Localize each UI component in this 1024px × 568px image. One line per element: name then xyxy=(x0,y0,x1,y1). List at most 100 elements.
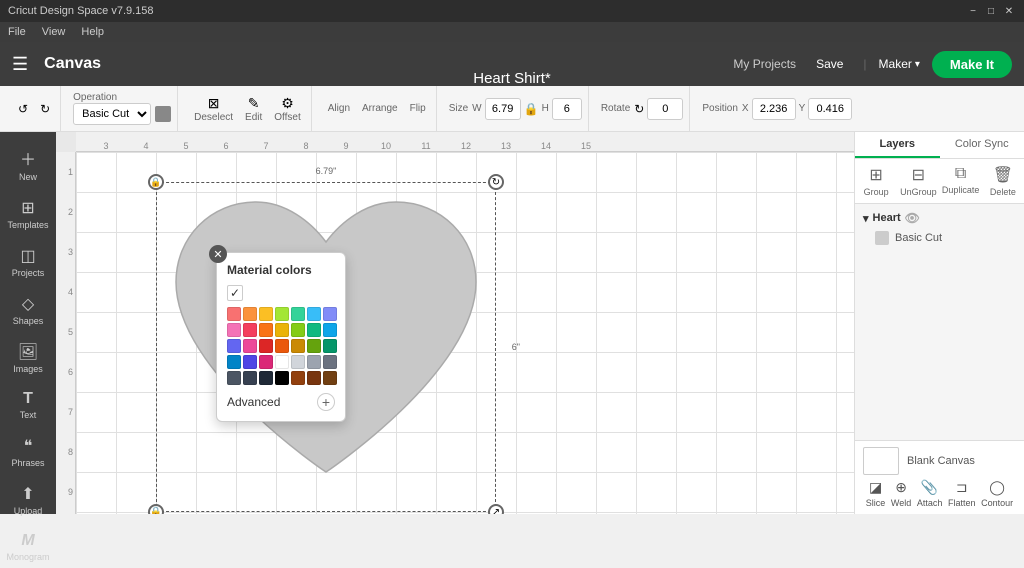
close-popup-button[interactable]: ✕ xyxy=(209,245,227,263)
rotate-input[interactable] xyxy=(647,98,683,120)
color-swatch[interactable] xyxy=(275,371,289,385)
sidebar-item-shapes[interactable]: ◇ Shapes xyxy=(3,288,53,332)
group-icon: ⊞ xyxy=(869,165,882,185)
duplicate-action[interactable]: ⧉ Duplicate xyxy=(940,163,982,199)
group-action[interactable]: ⊞ Group xyxy=(855,163,897,199)
sidebar-item-monogram[interactable]: M Monogram xyxy=(3,526,53,568)
position-label: Position xyxy=(702,103,738,114)
color-swatch[interactable] xyxy=(227,355,241,369)
sidebar-item-new[interactable]: ＋ New xyxy=(3,140,53,188)
my-projects-link[interactable]: My Projects xyxy=(733,57,796,71)
tab-color-sync[interactable]: Color Sync xyxy=(940,132,1024,158)
weld-action[interactable]: ⊕ Weld xyxy=(891,479,911,508)
sidebar-item-upload[interactable]: ⬆ Upload xyxy=(3,478,53,522)
contour-action[interactable]: ◯ Contour xyxy=(981,479,1013,508)
color-swatch[interactable] xyxy=(307,371,321,385)
current-color-check[interactable]: ✓ xyxy=(227,285,243,301)
layer-visibility-icon[interactable]: 👁 xyxy=(905,211,920,225)
sidebar-item-phrases[interactable]: ❝ Phrases xyxy=(3,430,53,474)
color-swatch[interactable] xyxy=(323,339,337,353)
color-swatch[interactable] xyxy=(275,339,289,353)
color-swatch[interactable] xyxy=(243,355,257,369)
flatten-action[interactable]: ⊐ Flatten xyxy=(948,479,976,508)
color-swatch[interactable] xyxy=(307,307,321,321)
delete-action[interactable]: 🗑 Delete xyxy=(982,163,1024,199)
handle-bottom-right[interactable]: ↗ xyxy=(488,504,504,514)
add-color-button[interactable]: + xyxy=(317,393,335,411)
color-swatch[interactable] xyxy=(275,323,289,337)
size-w-input[interactable] xyxy=(485,98,521,120)
color-swatch[interactable] xyxy=(323,307,337,321)
color-swatch[interactable] xyxy=(259,339,273,353)
color-swatch[interactable] xyxy=(259,355,273,369)
color-swatch[interactable] xyxy=(243,371,257,385)
pos-x-input[interactable] xyxy=(752,98,796,120)
hamburger-menu[interactable]: ☰ xyxy=(12,54,28,75)
color-swatch[interactable] xyxy=(323,355,337,369)
color-swatch[interactable] xyxy=(243,323,257,337)
color-swatch[interactable] xyxy=(259,323,273,337)
menu-help[interactable]: Help xyxy=(81,26,104,38)
color-swatch[interactable] xyxy=(291,323,305,337)
deselect-button[interactable]: ⊠ Deselect xyxy=(190,93,237,125)
minimize-button[interactable]: − xyxy=(966,4,980,18)
color-swatch[interactable] xyxy=(243,307,257,321)
tab-layers[interactable]: Layers xyxy=(855,132,940,158)
operation-select[interactable]: Basic Cut xyxy=(73,103,151,125)
color-swatch[interactable] xyxy=(323,323,337,337)
phrases-icon: ❝ xyxy=(24,436,33,456)
layer-group-header[interactable]: ▾ Heart 👁 xyxy=(859,208,1020,228)
sidebar-item-templates[interactable]: ⊞ Templates xyxy=(3,192,53,236)
ungroup-action[interactable]: ⊟ UnGroup xyxy=(897,163,939,199)
sidebar-label-images: Images xyxy=(13,364,43,374)
sidebar-item-text[interactable]: T Text xyxy=(3,384,53,426)
color-swatch[interactable] xyxy=(291,371,305,385)
maker-label: Maker xyxy=(879,57,912,71)
menu-view[interactable]: View xyxy=(42,26,66,38)
sidebar-item-projects[interactable]: ◫ Projects xyxy=(3,240,53,284)
color-swatch[interactable] xyxy=(259,371,273,385)
align-button[interactable]: Align xyxy=(324,101,354,116)
color-swatch[interactable] xyxy=(323,371,337,385)
maximize-button[interactable]: □ xyxy=(984,4,998,18)
menu-file[interactable]: File xyxy=(8,26,26,38)
color-swatch[interactable] xyxy=(227,371,241,385)
arrange-button[interactable]: Arrange xyxy=(358,101,402,116)
layer-item-basic-cut[interactable]: Basic Cut xyxy=(859,228,1020,248)
color-swatch[interactable] xyxy=(243,339,257,353)
color-swatch[interactable] xyxy=(259,307,273,321)
left-sidebar: ＋ New ⊞ Templates ◫ Projects ◇ Shapes 🖼 … xyxy=(0,132,56,514)
handle-top-left[interactable]: 🔒 xyxy=(148,174,164,190)
handle-top-right[interactable]: ↻ xyxy=(488,174,504,190)
canvas-area[interactable]: 3 4 5 6 7 8 9 10 11 12 13 14 15 1 2 3 4 … xyxy=(56,132,854,514)
maker-dropdown[interactable]: Maker ▾ xyxy=(879,57,920,71)
undo-button[interactable]: ↺ xyxy=(14,100,32,118)
canvas-content[interactable]: 6.79" 6" 🔒 ↻ 🔒 ↗ ✕ Material col xyxy=(76,152,854,514)
color-swatch[interactable] xyxy=(307,339,321,353)
redo-button[interactable]: ↻ xyxy=(36,100,54,118)
advanced-label[interactable]: Advanced xyxy=(227,395,280,409)
offset-button[interactable]: ⚙ Offset xyxy=(270,93,305,125)
sidebar-item-images[interactable]: 🖼 Images xyxy=(3,336,53,380)
color-swatch[interactable] xyxy=(291,339,305,353)
flip-button[interactable]: Flip xyxy=(406,101,430,116)
edit-button[interactable]: ✎ Edit xyxy=(241,93,266,125)
color-swatch[interactable] xyxy=(275,355,289,369)
color-swatch[interactable] xyxy=(227,307,241,321)
size-h-input[interactable] xyxy=(552,98,582,120)
attach-action[interactable]: 📎 Attach xyxy=(917,479,943,508)
color-swatch[interactable] xyxy=(291,307,305,321)
color-swatch[interactable] xyxy=(307,355,321,369)
color-swatch[interactable] xyxy=(227,339,241,353)
make-it-button[interactable]: Make It xyxy=(932,51,1012,78)
close-button[interactable]: ✕ xyxy=(1002,4,1016,18)
slice-action[interactable]: ◪ Slice xyxy=(866,479,886,508)
color-swatch[interactable] xyxy=(275,307,289,321)
color-swatch[interactable] xyxy=(227,323,241,337)
handle-bottom-left[interactable]: 🔒 xyxy=(148,504,164,514)
color-swatch[interactable] xyxy=(291,355,305,369)
save-button[interactable]: Save xyxy=(808,53,851,75)
pos-y-input[interactable] xyxy=(808,98,852,120)
color-swatch[interactable] xyxy=(307,323,321,337)
dimension-top: 6.79" xyxy=(316,166,337,176)
